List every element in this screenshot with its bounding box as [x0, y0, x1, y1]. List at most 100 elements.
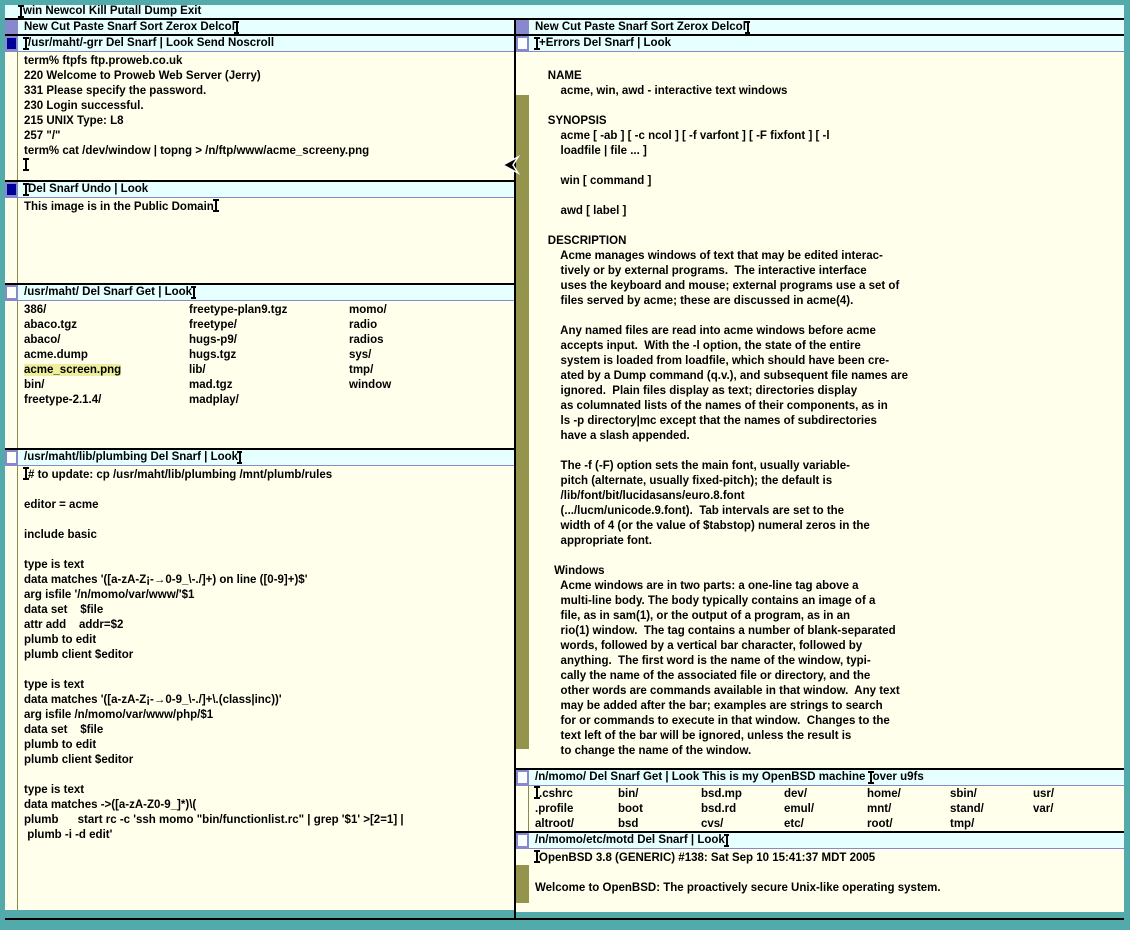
text-line[interactable]	[535, 444, 1124, 459]
window-dirty-box-icon[interactable]	[5, 36, 18, 51]
text-line[interactable]: type is text	[24, 558, 514, 573]
text-line[interactable]	[535, 866, 1124, 881]
listing-item[interactable]: .cshrc	[535, 787, 618, 802]
listing-item[interactable]: abaco.tgz	[24, 318, 189, 333]
window-tag[interactable]: /usr/maht/ Del Snarf Get | Look	[5, 285, 514, 301]
listing-item[interactable]: dev/	[784, 787, 867, 802]
text-line[interactable]: term% ftpfs ftp.proweb.co.uk	[24, 54, 514, 69]
text-line[interactable]: # to update: cp /usr/maht/lib/plumbing /…	[24, 468, 514, 483]
listing-item[interactable]: momo/	[349, 303, 514, 318]
text-line[interactable]: plumb start rc -c 'ssh momo "bin/functio…	[24, 813, 514, 828]
text-line[interactable]: Acme manages windows of text that may be…	[535, 249, 1124, 264]
text-line[interactable]: acme [ -ab ] [ -c ncol ] [ -f varfont ] …	[535, 129, 1124, 144]
text-line[interactable]: 257 "/"	[24, 129, 514, 144]
text-line[interactable]: NAME	[535, 69, 1124, 84]
window-clean-box-icon[interactable]	[5, 285, 18, 300]
window-clean-box-icon[interactable]	[516, 833, 529, 848]
text-line[interactable]: Acme windows are in two parts: a one-lin…	[535, 579, 1124, 594]
scrollbar[interactable]	[516, 786, 529, 831]
listing-item[interactable]: boot	[618, 802, 701, 817]
text-line[interactable]	[24, 768, 514, 783]
text-line[interactable]: ignored. Plain files display as text; di…	[535, 384, 1124, 399]
scrollbar-thumb[interactable]	[516, 749, 529, 768]
scrollbar[interactable]	[5, 198, 18, 283]
window-clean-box-icon[interactable]	[516, 770, 529, 785]
scrollbar-thumb[interactable]	[516, 52, 529, 95]
text-line[interactable]: 220 Welcome to Proweb Web Server (Jerry)	[24, 69, 514, 84]
listing-item[interactable]: freetype-plan9.tgz	[189, 303, 349, 318]
window-tag-text[interactable]: /usr/maht/-grr Del Snarf | Look Send Nos…	[28, 36, 274, 51]
text-line[interactable]	[535, 54, 1124, 69]
text-line[interactable]: Welcome to OpenBSD: The proactively secu…	[535, 881, 1124, 896]
listing-item[interactable]: madplay/	[189, 393, 349, 408]
listing-item[interactable]: root/	[867, 817, 950, 831]
text-line[interactable]: plumb client $editor	[24, 648, 514, 663]
right-column-tag[interactable]: New Cut Paste Snarf Sort Zerox Delcol	[516, 20, 1124, 36]
column-drag-box-icon[interactable]	[516, 20, 529, 34]
text-line[interactable]: data set $file	[24, 603, 514, 618]
listing-item[interactable]: window	[349, 378, 514, 393]
text-line[interactable]	[24, 159, 514, 174]
text-line[interactable]: accepts input. With the -l option, the s…	[535, 339, 1124, 354]
listing-item[interactable]	[349, 393, 514, 408]
text-line[interactable]: loadfile | file ... ]	[535, 144, 1124, 159]
text-line[interactable]: /lib/font/bit/lucidasans/euro.8.font	[535, 489, 1124, 504]
man-page-text[interactable]: NAME acme, win, awd - interactive text w…	[529, 52, 1124, 768]
text-line[interactable]: The -f (-F) option sets the main font, u…	[535, 459, 1124, 474]
listing-item[interactable]: bin/	[24, 378, 189, 393]
text-line[interactable]: SYNOPSIS	[535, 114, 1124, 129]
text-line[interactable]: system is loaded from loadfile, which sh…	[535, 354, 1124, 369]
text-line[interactable]	[535, 159, 1124, 174]
text-line[interactable]: This image is in the Public Domain	[24, 200, 514, 215]
text-line[interactable]: width of 4 (or the value of $tabstop) nu…	[535, 519, 1124, 534]
window-tag[interactable]: +Errors Del Snarf | Look	[516, 36, 1124, 52]
column-drag-box-icon[interactable]	[5, 20, 18, 34]
text-line[interactable]: type is text	[24, 783, 514, 798]
text-line[interactable]: may be added after the bar; examples are…	[535, 699, 1124, 714]
window-tag-text[interactable]: /n/momo/etc/motd Del Snarf | Look	[535, 833, 725, 848]
text-line[interactable]: 331 Please specify the password.	[24, 84, 514, 99]
window-tag-text[interactable]: /usr/maht/ Del Snarf Get | Look	[24, 285, 192, 300]
text-line[interactable]	[535, 549, 1124, 564]
text-line[interactable]: data matches ->([a-zA-Z0-9_]*)\(	[24, 798, 514, 813]
listing-item[interactable]: lib/	[189, 363, 349, 378]
listing-item[interactable]	[1033, 817, 1124, 831]
listing-item[interactable]: hugs.tgz	[189, 348, 349, 363]
text-line[interactable]: awd [ label ]	[535, 204, 1124, 219]
text-line[interactable]: tively or by external programs. The inte…	[535, 264, 1124, 279]
left-column-tag[interactable]: New Cut Paste Snarf Sort Zerox Delcol	[5, 20, 514, 36]
text-line[interactable]: anything. The first word is the name of …	[535, 654, 1124, 669]
listing-item[interactable]: usr/	[1033, 787, 1124, 802]
text-line[interactable]: for or commands to execute in that windo…	[535, 714, 1124, 729]
listing-item[interactable]: freetype/	[189, 318, 349, 333]
text-line[interactable]: arg isfile /n/momo/var/www/php/$1	[24, 708, 514, 723]
listing-item[interactable]: emul/	[784, 802, 867, 817]
scrollbar[interactable]	[5, 301, 18, 448]
text-line[interactable]: files served by acme; these are discusse…	[535, 294, 1124, 309]
left-column-tag-text[interactable]: New Cut Paste Snarf Sort Zerox Delcol	[24, 20, 235, 34]
text-line[interactable]	[24, 513, 514, 528]
text-line[interactable]: term% cat /dev/window | topng > /n/ftp/w…	[24, 144, 514, 159]
text-line[interactable]: rio(1) window. The tag contains a number…	[535, 624, 1124, 639]
window-clean-box-icon[interactable]	[516, 36, 529, 51]
text-line[interactable]: multi-line body. The body typically cont…	[535, 594, 1124, 609]
text-line[interactable]: to change the name of the window.	[535, 744, 1124, 759]
text-line[interactable]: plumb client $editor	[24, 753, 514, 768]
text-line[interactable]: include basic	[24, 528, 514, 543]
text-line[interactable]: 215 UNIX Type: L8	[24, 114, 514, 129]
text-line[interactable]: as columnated lists of the names of thei…	[535, 399, 1124, 414]
scrollbar[interactable]	[5, 466, 18, 910]
listing-item[interactable]: radios	[349, 333, 514, 348]
listing-item[interactable]: acme_screen.png	[24, 363, 189, 378]
window-tag[interactable]: Del Snarf Undo | Look	[5, 182, 514, 198]
window-tag-text[interactable]: over u9fs	[873, 770, 924, 785]
window-tag[interactable]: /n/momo/etc/motd Del Snarf | Look	[516, 833, 1124, 849]
listing-item[interactable]: home/	[867, 787, 950, 802]
window-tag-text[interactable]: Del Snarf Undo | Look	[28, 182, 148, 197]
listing-item[interactable]: abaco/	[24, 333, 189, 348]
plumbing-rules-text[interactable]: # to update: cp /usr/maht/lib/plumbing /…	[18, 466, 514, 910]
text-line[interactable]: plumb -i -d edit'	[24, 828, 514, 843]
text-line[interactable]: have a slash appended.	[535, 429, 1124, 444]
listing-item[interactable]: cvs/	[701, 817, 784, 831]
listing-item[interactable]: var/	[1033, 802, 1124, 817]
